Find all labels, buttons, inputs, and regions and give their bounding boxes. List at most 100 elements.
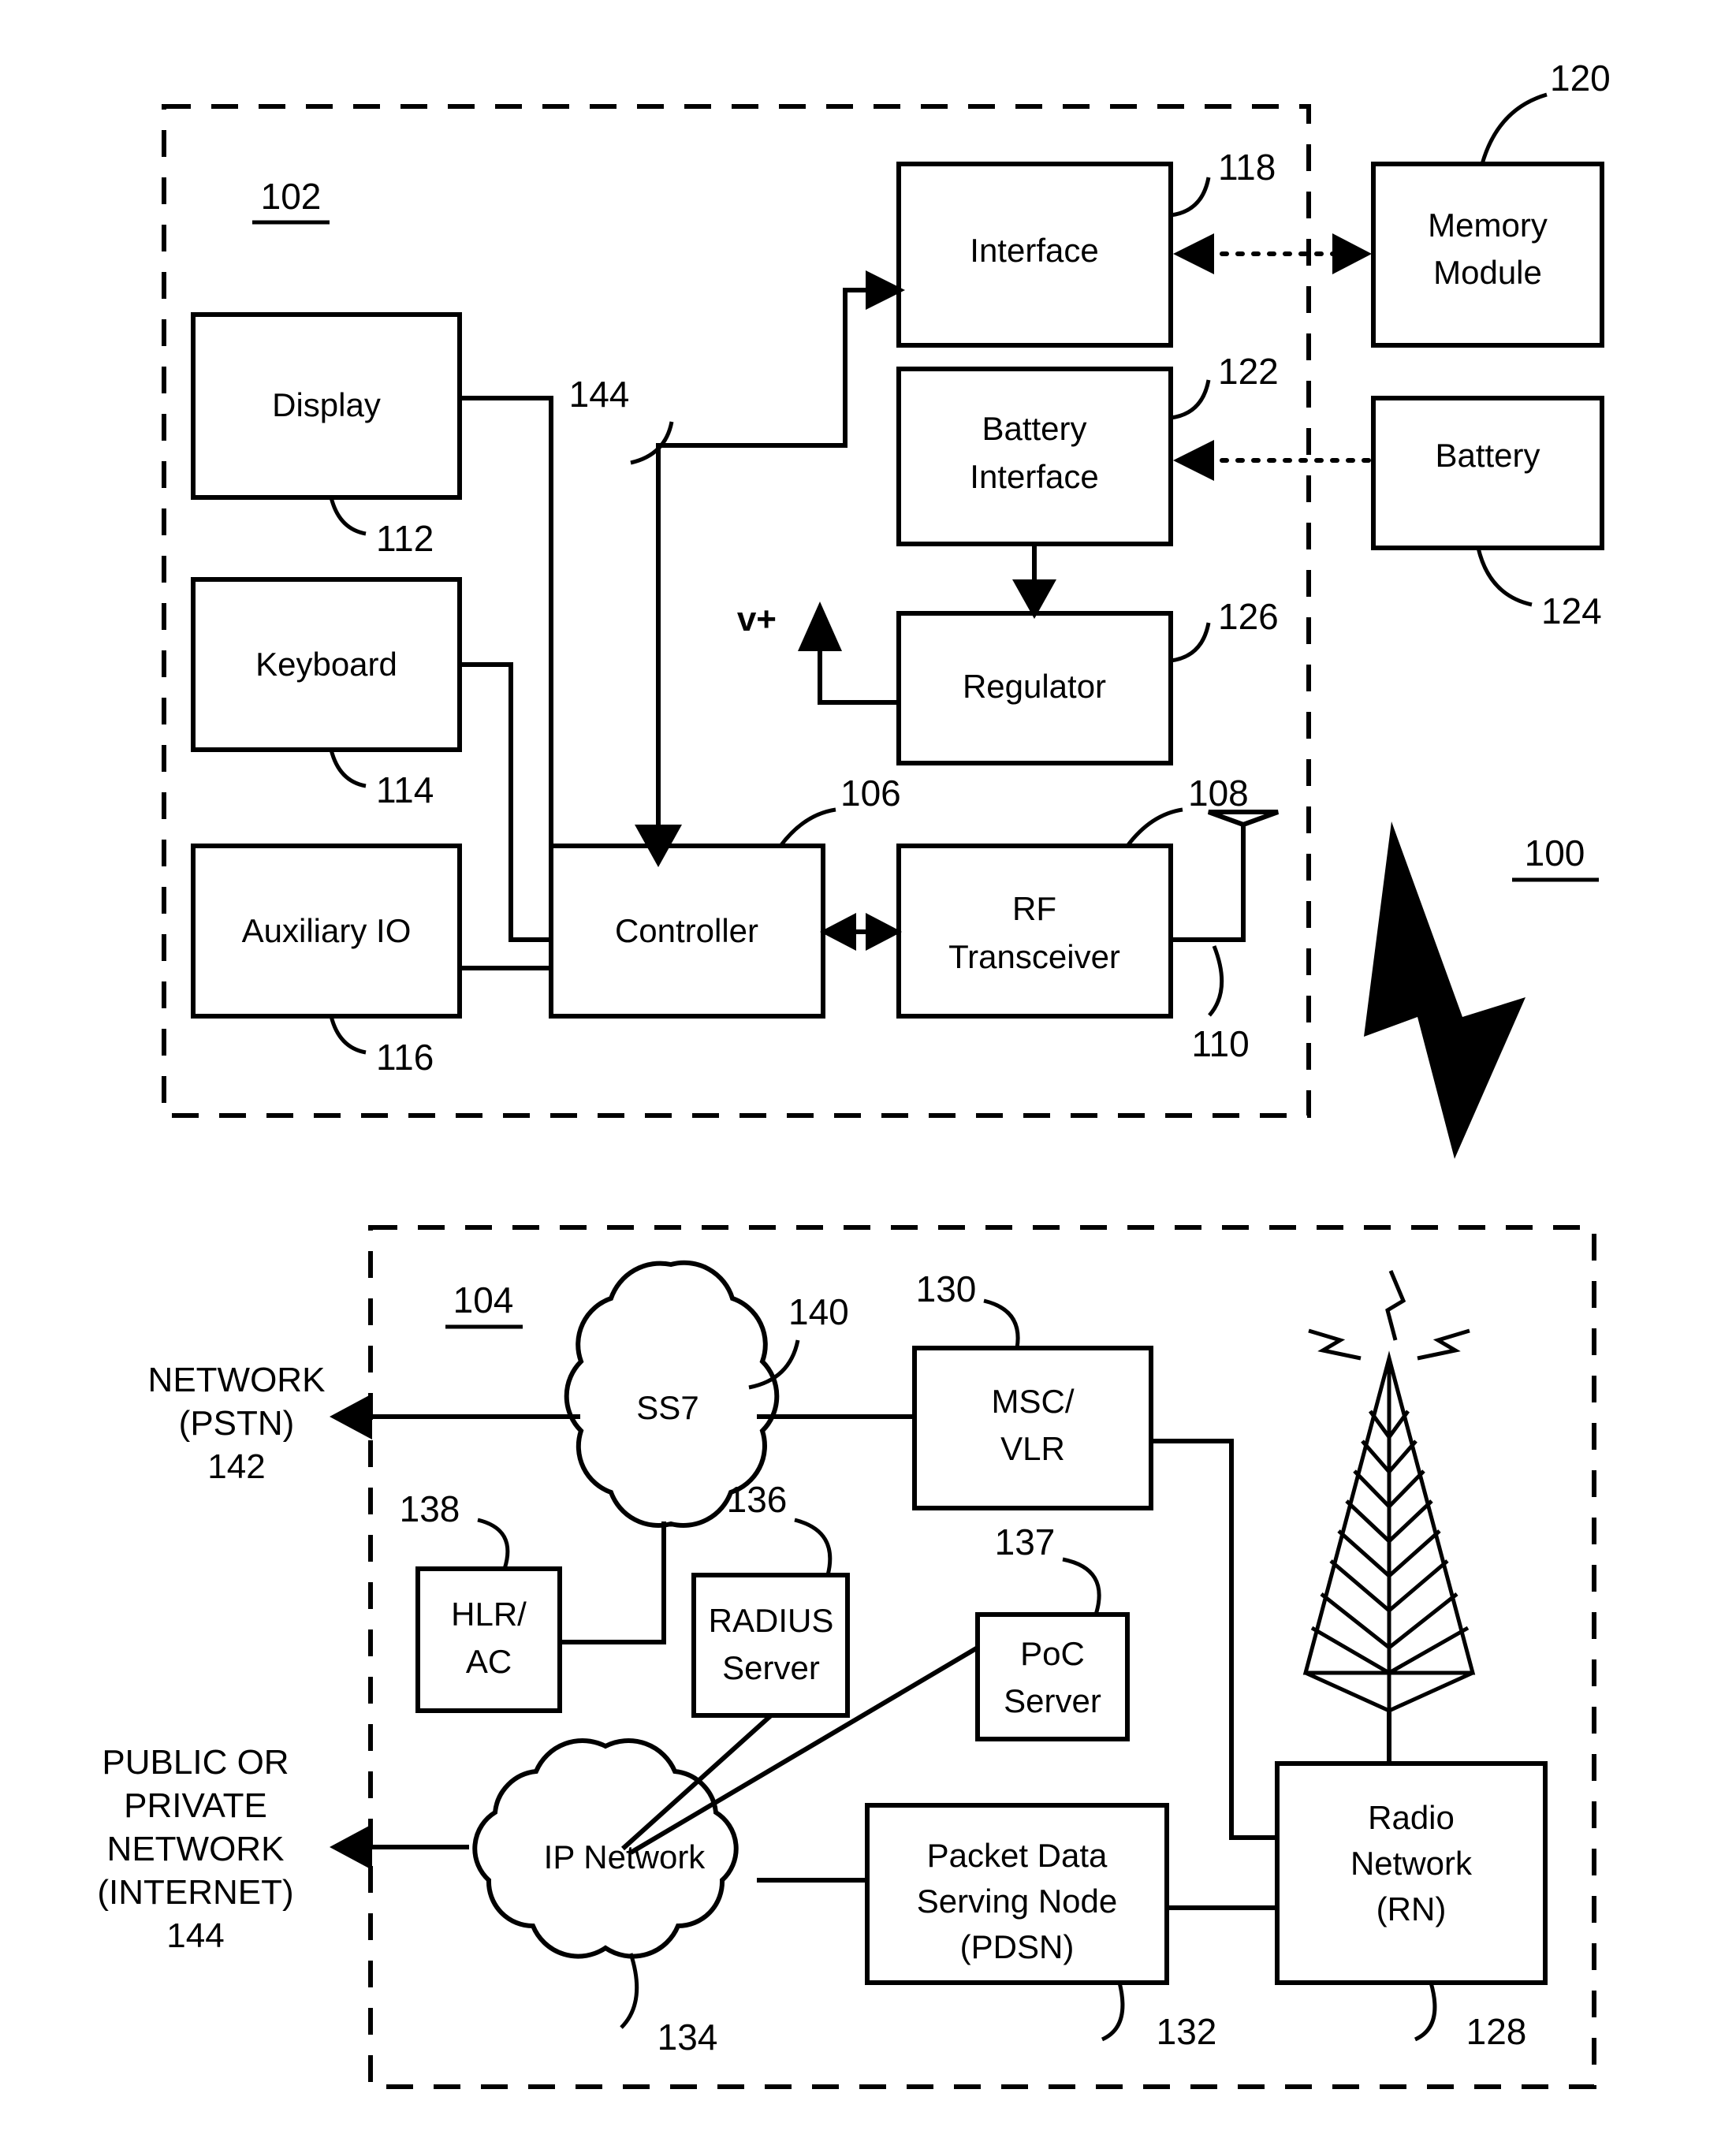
controller-ref-leader bbox=[779, 807, 836, 847]
display-block-label: Display bbox=[272, 386, 381, 423]
keyboard-ref-leader bbox=[329, 749, 367, 788]
radio-network-ref: 128 bbox=[1466, 2011, 1527, 2052]
keyboard-block-label: Keyboard bbox=[255, 646, 397, 683]
poc-server-ref: 137 bbox=[995, 1521, 1056, 1562]
controller-block-label: Controller bbox=[615, 912, 758, 949]
rf-to-antenna-connector bbox=[1171, 825, 1246, 942]
hlr-ac-block-label-line1: HLR/ bbox=[451, 1596, 527, 1633]
internet-endpoint-line2: PRIVATE bbox=[124, 1786, 267, 1825]
pstn-endpoint-line3: 142 bbox=[207, 1447, 265, 1486]
radio-network-block-label-line3: (RN) bbox=[1377, 1890, 1447, 1927]
antenna-ref-leader bbox=[1208, 945, 1224, 1017]
controller-to-interface-bus bbox=[656, 288, 867, 826]
pdsn-ref-leader bbox=[1101, 1982, 1125, 2042]
bus-ref: 144 bbox=[569, 374, 630, 415]
hlr-ac-to-ss7-connector bbox=[560, 1521, 666, 1644]
pdsn-ref: 132 bbox=[1157, 2011, 1217, 2052]
ip-network-ref-leader bbox=[620, 1953, 639, 2029]
internet-endpoint-line4: (INTERNET) bbox=[97, 1873, 293, 1912]
msc-vlr-ref: 130 bbox=[916, 1268, 977, 1309]
radius-server-ref: 136 bbox=[727, 1479, 788, 1520]
ip-network-ref: 134 bbox=[658, 2017, 718, 2058]
battery-interface-arrow-left bbox=[1173, 440, 1214, 481]
memory-module-block-label-line2: Module bbox=[1433, 254, 1542, 291]
radio-network-ref-leader bbox=[1414, 1982, 1437, 2042]
antenna-ref: 110 bbox=[1191, 1023, 1249, 1064]
ss7-cloud-label: SS7 bbox=[636, 1389, 698, 1426]
battery-interface-ref-leader bbox=[1170, 379, 1211, 420]
rf-transceiver-block bbox=[896, 844, 1173, 1019]
regulator-ref: 126 bbox=[1218, 596, 1279, 637]
figure-canvas: 102 100 Display 112 Keyboard 114 Auxilia… bbox=[97, 58, 1611, 2089]
rf-transceiver-block-label-line2: Transceiver bbox=[948, 938, 1120, 975]
internet-endpoint-line3: NETWORK bbox=[107, 1830, 285, 1868]
msc-vlr-block-label-line2: VLR bbox=[1000, 1430, 1065, 1467]
battery-interface-block bbox=[896, 367, 1173, 546]
controller-ref: 106 bbox=[840, 773, 901, 814]
antenna-icon bbox=[1207, 810, 1280, 828]
interface-memory-arrow-right bbox=[1332, 233, 1372, 274]
display-ref: 112 bbox=[376, 518, 434, 559]
display-ref-leader bbox=[329, 497, 367, 536]
battery-block-label: Battery bbox=[1435, 437, 1540, 474]
pstn-endpoint-line2: (PSTN) bbox=[179, 1404, 295, 1443]
rf-transceiver-ref-leader bbox=[1126, 807, 1183, 847]
keyboard-to-controller-connector bbox=[460, 662, 551, 942]
auxiliary-io-ref-leader bbox=[329, 1015, 367, 1055]
pdsn-block-label-line1: Packet Data bbox=[927, 1837, 1108, 1874]
internet-endpoint-line5: 144 bbox=[166, 1916, 224, 1955]
auxiliary-io-ref: 116 bbox=[376, 1037, 434, 1078]
interface-ref-leader bbox=[1170, 177, 1211, 218]
ss7-ref: 140 bbox=[788, 1291, 849, 1332]
voltage-label: v+ bbox=[737, 600, 777, 639]
poc-server-ref-leader bbox=[1062, 1557, 1101, 1615]
memory-module-ref: 120 bbox=[1550, 58, 1611, 99]
radio-network-block-label-line1: Radio bbox=[1368, 1799, 1455, 1836]
display-to-controller-connector bbox=[460, 396, 553, 875]
memory-module-block-label-line1: Memory bbox=[1428, 207, 1548, 244]
battery-ref-leader bbox=[1476, 547, 1533, 607]
internet-endpoint-line1: PUBLIC OR bbox=[102, 1743, 289, 1782]
battery-interface-block-label-line2: Interface bbox=[970, 458, 1098, 495]
interface-memory-arrow-left bbox=[1173, 233, 1214, 274]
keyboard-ref: 114 bbox=[376, 769, 434, 810]
msc-vlr-block bbox=[912, 1346, 1153, 1510]
poc-server-block-label-line2: Server bbox=[1004, 1682, 1101, 1719]
wireless-link-bolt-icon bbox=[1364, 821, 1526, 1159]
pstn-arrow bbox=[330, 1394, 372, 1439]
battery-interface-block-label-line1: Battery bbox=[982, 410, 1086, 447]
radius-server-block-label-line2: Server bbox=[722, 1649, 820, 1686]
hlr-ac-block bbox=[415, 1566, 562, 1713]
msc-to-radio-network-connector bbox=[1151, 1439, 1277, 1840]
hlr-ac-ref-leader bbox=[477, 1518, 510, 1570]
memory-module-ref-leader bbox=[1480, 92, 1548, 165]
interface-block-label: Interface bbox=[970, 232, 1098, 269]
voltage-out-arrow bbox=[798, 601, 842, 651]
battery-ref: 124 bbox=[1541, 590, 1602, 631]
internet-arrow bbox=[330, 1824, 372, 1870]
msc-vlr-block-label-line1: MSC/ bbox=[992, 1383, 1075, 1420]
regulator-voltage-out-connector bbox=[818, 646, 899, 705]
regulator-block-label: Regulator bbox=[963, 668, 1106, 705]
auxiliary-io-block-label: Auxiliary IO bbox=[242, 912, 412, 949]
patent-figure-page: 102 100 Display 112 Keyboard 114 Auxilia… bbox=[0, 0, 1736, 2149]
poc-server-block-label-line1: PoC bbox=[1020, 1635, 1085, 1672]
bus-ref-leader bbox=[630, 421, 674, 465]
system-ref: 100 bbox=[1525, 832, 1585, 873]
network-region-ref: 104 bbox=[453, 1279, 514, 1320]
cell-tower-icon bbox=[1302, 1270, 1476, 1713]
interface-ref: 118 bbox=[1218, 147, 1276, 188]
poc-server-block bbox=[975, 1612, 1130, 1741]
hlr-ac-ref: 138 bbox=[400, 1488, 460, 1529]
pdsn-block-label-line2: Serving Node bbox=[917, 1883, 1117, 1920]
radio-network-block-label-line2: Network bbox=[1350, 1845, 1473, 1882]
rf-transceiver-block-label-line1: RF bbox=[1012, 890, 1056, 927]
pdsn-block-label-line3: (PDSN) bbox=[960, 1928, 1075, 1965]
radius-server-block bbox=[691, 1573, 850, 1718]
hlr-ac-block-label-line2: AC bbox=[466, 1643, 512, 1680]
radius-server-ref-leader bbox=[794, 1518, 833, 1576]
device-region-ref: 102 bbox=[261, 176, 322, 217]
regulator-ref-leader bbox=[1170, 622, 1211, 663]
pstn-endpoint-line1: NETWORK bbox=[148, 1361, 326, 1399]
rf-transceiver-ref: 108 bbox=[1188, 773, 1249, 814]
